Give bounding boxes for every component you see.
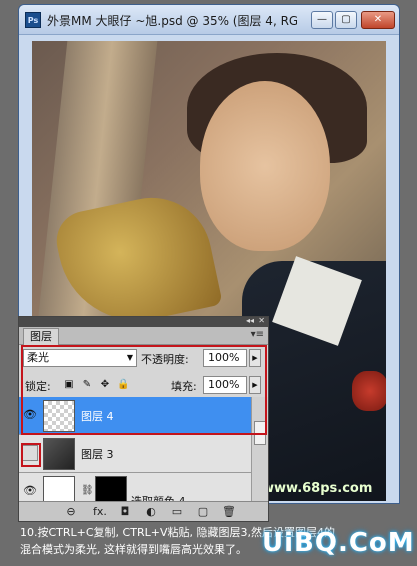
opacity-slider-button[interactable]: ▶ (249, 349, 261, 367)
panel-footer: ⊖ fx. ◘ ◐ ▭ ▢ 🗑 (19, 501, 268, 521)
adjustment-thumbnail (43, 476, 75, 501)
trash-icon[interactable]: 🗑 (221, 504, 237, 519)
opacity-input[interactable]: 100% (203, 349, 247, 367)
lock-all-icon[interactable]: 🔒 (117, 379, 129, 391)
canvas-watermark: www.68ps.com (262, 481, 373, 496)
title-bar[interactable]: Ps 外景MM 大眼仔 ~旭.psd @ 35% (图层 4, RGB... —… (19, 5, 399, 35)
close-button[interactable]: ✕ (361, 11, 395, 29)
photo-face (200, 81, 330, 251)
chain-link-icon: ⛓ (81, 485, 94, 496)
tab-layers[interactable]: 图层 (23, 328, 59, 345)
collapse-panel-icon[interactable]: ◂◂ (246, 316, 254, 325)
fx-icon[interactable]: fx. (89, 504, 111, 519)
fill-label: 填充: (171, 380, 197, 393)
layer-name: 图层 4 (81, 410, 114, 423)
adjustment-icon[interactable]: ◐ (143, 504, 159, 519)
site-watermark: UiBQ.CoM (262, 528, 415, 558)
panel-header-strip[interactable]: ◂◂ ✕ (19, 316, 268, 327)
layers-panel: ◂◂ ✕ 图层 ▾≡ 柔光 ▼ 不透明度: 100% ▶ 锁定: ▣ ✎ ✥ 🔒… (18, 316, 269, 522)
layer-name: 图层 3 (81, 448, 114, 461)
chevron-down-icon: ▼ (126, 353, 133, 362)
fill-slider-button[interactable]: ▶ (249, 376, 261, 394)
group-icon[interactable]: ▭ (169, 504, 185, 519)
lock-label: 锁定: (25, 380, 51, 393)
scroll-thumb[interactable] (254, 421, 266, 445)
lock-row: 锁定: ▣ ✎ ✥ 🔒 填充: 100% ▶ (23, 375, 265, 395)
close-panel-icon[interactable]: ✕ (258, 316, 265, 325)
lock-brush-icon[interactable]: ✎ (81, 379, 93, 391)
hidden-eye-toggle[interactable] (22, 445, 38, 461)
eye-icon[interactable]: 👁 (22, 407, 38, 423)
mask-icon[interactable]: ◘ (117, 504, 133, 519)
eye-icon[interactable]: 👁 (22, 483, 38, 499)
new-layer-icon[interactable]: ▢ (195, 504, 211, 519)
layer-row-4[interactable]: 👁 图层 4 (19, 397, 251, 435)
layer-thumbnail (43, 438, 75, 470)
fill-input[interactable]: 100% (203, 376, 247, 394)
blend-mode-select[interactable]: 柔光 ▼ (23, 349, 137, 367)
photoshop-logo-icon: Ps (25, 12, 41, 28)
panel-menu-icon[interactable]: ▾≡ (251, 329, 264, 340)
panel-tab-row: 图层 ▾≡ (19, 327, 268, 345)
lock-position-icon[interactable]: ✥ (99, 379, 111, 391)
mask-thumbnail (95, 476, 127, 501)
lock-transparency-icon[interactable]: ▣ (63, 379, 75, 391)
document-title: 外景MM 大眼仔 ~旭.psd @ 35% (图层 4, RGB... (47, 14, 297, 28)
layer-name: 选取颜色 4 (131, 493, 186, 501)
layer-row-adjustment[interactable]: 👁 ⛓ 选取颜色 4 (19, 473, 251, 501)
photo-badge (352, 371, 386, 411)
opacity-label: 不透明度: (141, 353, 189, 366)
layer-list: 👁 图层 4 图层 3 👁 ⛓ 选取颜色 4 (19, 397, 251, 501)
layer-row-3[interactable]: 图层 3 (19, 435, 251, 473)
blend-mode-value: 柔光 (27, 351, 49, 364)
layer-list-scrollbar[interactable] (251, 397, 268, 501)
blend-row: 柔光 ▼ 不透明度: 100% ▶ (23, 349, 265, 369)
link-layers-icon[interactable]: ⊖ (63, 504, 79, 519)
layer-thumbnail (43, 400, 75, 432)
minimize-button[interactable]: — (311, 11, 333, 29)
maximize-button[interactable]: ▢ (335, 11, 357, 29)
